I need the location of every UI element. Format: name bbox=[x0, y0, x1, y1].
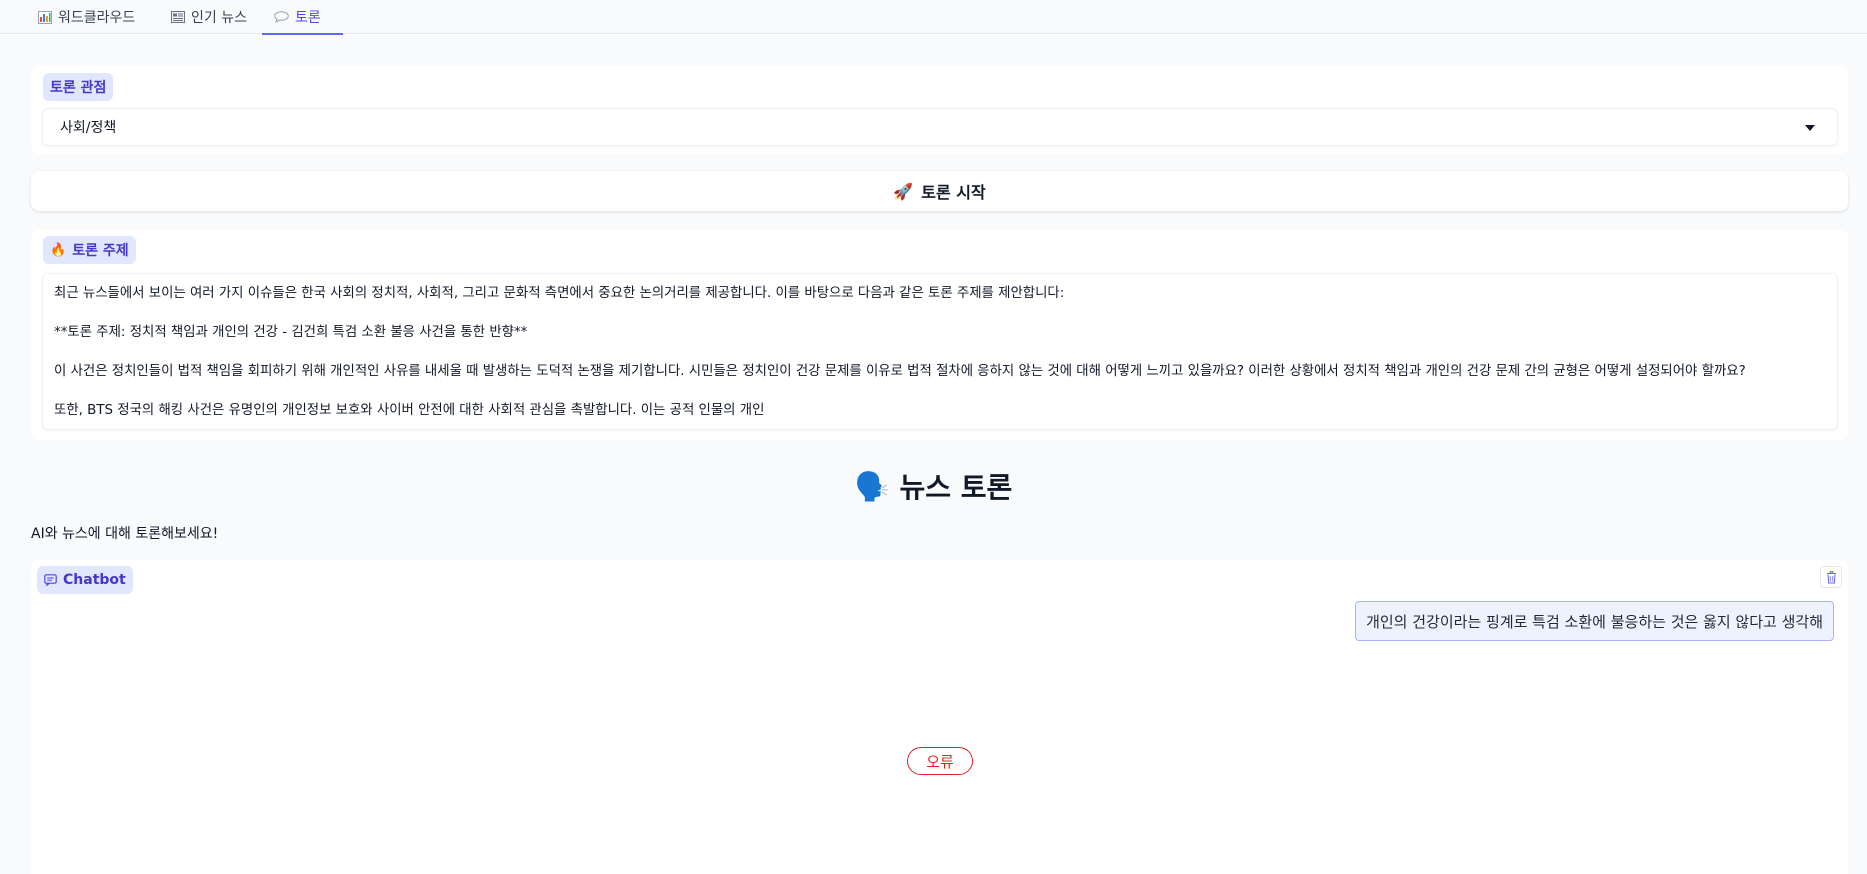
topic-paragraph: 이 사건은 정치인들이 법적 책임을 회피하기 위해 개인적인 사유를 내세울 … bbox=[54, 364, 1746, 379]
tab-popular-news[interactable]: 인기 뉴스 bbox=[158, 0, 259, 34]
perspective-label: 토론 관점 bbox=[43, 73, 114, 101]
trash-icon bbox=[1826, 570, 1837, 584]
tab-label: 워드클라우드 bbox=[58, 10, 136, 26]
chatbot-label-text: Chatbot bbox=[63, 572, 126, 588]
topic-paragraph: 또한, BTS 정국의 해킹 사건은 유명인의 개인정보 보호와 사이버 안전에… bbox=[54, 403, 765, 418]
error-badge: 오류 bbox=[907, 747, 973, 775]
speech-bubble-icon bbox=[274, 10, 289, 24]
clear-chat-button[interactable] bbox=[1820, 566, 1842, 588]
perspective-label-text: 토론 관점 bbox=[50, 80, 107, 96]
page-title: 🗣️ 뉴스 토론 bbox=[0, 466, 1867, 506]
page-title-text: 뉴스 토론 bbox=[899, 471, 1013, 504]
speaking-head-icon: 🗣️ bbox=[854, 469, 890, 503]
tab-bar: 워드클라우드 인기 뉴스 토론 bbox=[0, 0, 1867, 35]
page-subtitle: AI와 뉴스에 대해 토론해보세요! bbox=[31, 526, 219, 542]
topic-label-text: 토론 주제 bbox=[72, 243, 129, 259]
topic-label: 🔥 토론 주제 bbox=[43, 236, 136, 264]
tab-wordcloud[interactable]: 워드클라우드 bbox=[25, 0, 147, 34]
chat-icon bbox=[44, 574, 57, 586]
chatbot-panel: Chatbot 개인의 건강이라는 핑계로 특검 소환에 불응하는 것은 옳지 … bbox=[31, 560, 1848, 874]
topic-paragraph: 최근 뉴스들에서 보이는 여러 가지 이슈들은 한국 사회의 정치적, 사회적,… bbox=[54, 286, 1065, 301]
tab-label: 토론 bbox=[295, 10, 321, 26]
tab-discussion[interactable]: 토론 bbox=[262, 0, 343, 35]
newspaper-icon bbox=[170, 10, 185, 24]
user-message-text: 개인의 건강이라는 핑계로 특검 소환에 불응하는 것은 옳지 않다고 생각해 bbox=[1366, 612, 1823, 631]
user-message: 개인의 건강이라는 핑계로 특검 소환에 불응하는 것은 옳지 않다고 생각해 bbox=[1355, 601, 1834, 641]
error-badge-text: 오류 bbox=[926, 752, 954, 771]
perspective-dropdown[interactable]: 사회/정책 bbox=[42, 108, 1838, 146]
chatbot-label: Chatbot bbox=[37, 566, 133, 594]
tab-label: 인기 뉴스 bbox=[191, 10, 247, 26]
topic-textbox[interactable]: 최근 뉴스들에서 보이는 여러 가지 이슈들은 한국 사회의 정치적, 사회적,… bbox=[42, 273, 1838, 430]
start-discussion-button[interactable]: 🚀 토론 시작 bbox=[31, 171, 1848, 211]
rocket-icon: 🚀 bbox=[893, 181, 914, 201]
perspective-selected: 사회/정책 bbox=[60, 120, 117, 136]
chevron-down-icon bbox=[1805, 125, 1815, 131]
bar-chart-icon bbox=[37, 10, 52, 24]
fire-icon: 🔥 bbox=[50, 242, 67, 258]
start-button-label: 토론 시작 bbox=[921, 183, 986, 202]
topic-paragraph: **토론 주제: 정치적 책임과 개인의 건강 - 김건희 특검 소환 불응 사… bbox=[54, 325, 528, 340]
